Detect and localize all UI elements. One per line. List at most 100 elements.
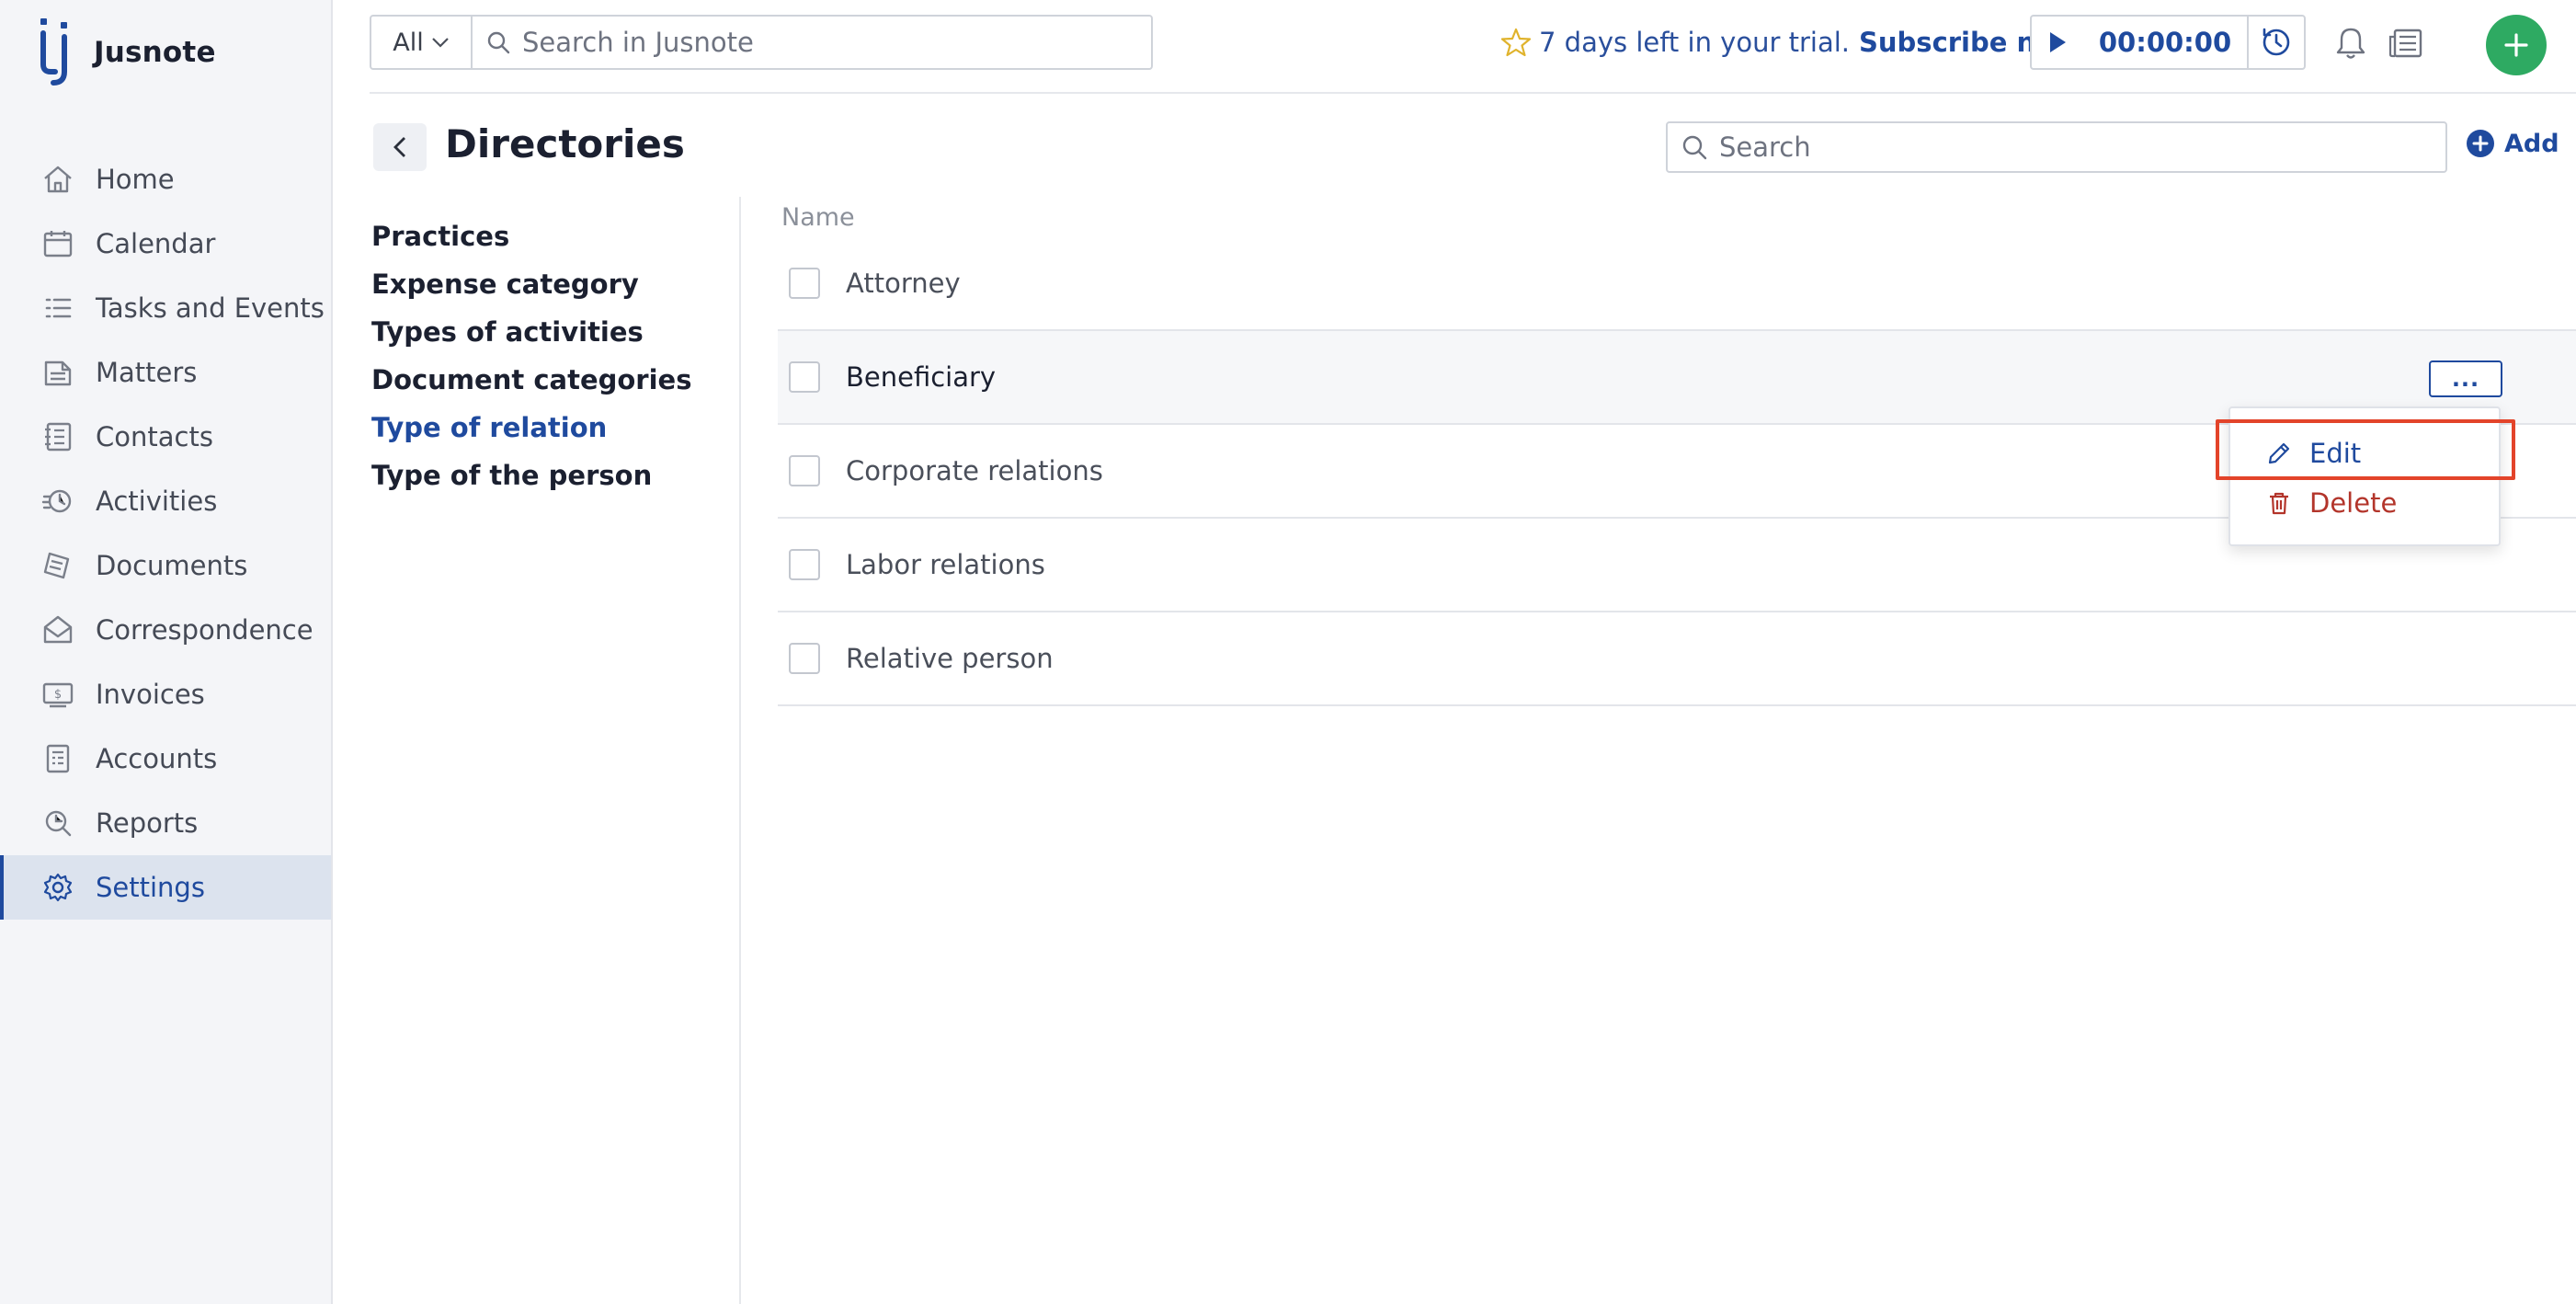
accounts-icon [46,744,70,773]
calendar-icon [43,231,73,257]
row-checkbox[interactable] [789,455,820,486]
sidebar-item-matters[interactable]: Matters [0,340,331,405]
play-icon [2050,32,2066,52]
tasks-icon [45,298,72,318]
sidebar-item-accounts[interactable]: Accounts [0,726,331,791]
app-logo[interactable]: Jusnote [37,18,216,86]
row-checkbox[interactable] [789,549,820,580]
search-scope-select[interactable]: All [371,17,473,68]
row-checkbox[interactable] [789,268,820,299]
search-scope-value: All [393,28,424,57]
directory-list: Practices Expense category Types of acti… [371,223,691,509]
app-name: Jusnote [94,36,216,69]
sidebar-item-correspondence[interactable]: Correspondence [0,598,331,662]
menu-item-label: Edit [2309,438,2362,469]
global-search-field [473,17,1151,68]
column-divider [739,197,741,1304]
sidebar-item-label: Settings [96,872,205,903]
sidebar-item-label: Activities [96,486,218,517]
sidebar-item-label: Contacts [96,421,213,452]
row-actions-button[interactable]: ... [2429,360,2502,397]
row-checkbox[interactable] [789,643,820,674]
table-row[interactable]: Relative person [778,612,2576,706]
sidebar-item-label: Home [96,164,175,195]
gear-icon [43,873,73,902]
row-name: Relative person [846,643,1054,674]
global-search-input[interactable] [522,27,1111,58]
timer-display: 00:00:00 [2098,27,2232,58]
star-icon [1500,28,1532,57]
plus-icon [2504,33,2528,57]
table-row[interactable]: Attorney [778,237,2576,331]
sidebar-item-settings[interactable]: Settings [0,855,331,920]
directory-item-types-of-activities[interactable]: Types of activities [371,318,691,366]
menu-item-delete[interactable]: Delete [2230,478,2499,528]
pencil-icon [2268,442,2290,464]
add-entry-button[interactable]: Add [2466,129,2559,158]
quick-add-button[interactable] [2486,15,2547,75]
chevron-down-icon [431,38,449,48]
row-name: Attorney [846,268,961,299]
sidebar-item-calendar[interactable]: Calendar [0,212,331,276]
row-name: Beneficiary [846,361,997,393]
home-icon [44,166,72,193]
sidebar-item-label: Matters [96,357,198,388]
row-name: Corporate relations [846,455,1103,486]
clock-icon [2263,28,2290,56]
activities-icon [41,489,72,513]
row-checkbox[interactable] [789,361,820,393]
trial-text: 7 days left in your trial. [1539,27,1851,58]
search-icon [487,31,510,54]
back-button[interactable] [373,123,427,171]
contacts-icon [45,422,72,452]
sidebar-item-contacts[interactable]: Contacts [0,405,331,469]
directory-search-input[interactable] [1719,132,2418,163]
global-search-bar: All [370,15,1153,70]
sidebar-item-label: Calendar [96,228,216,259]
column-header-name: Name [781,202,855,232]
news-icon[interactable] [2387,24,2425,63]
sidebar-item-reports[interactable]: Reports [0,791,331,855]
directory-search-field [1666,121,2447,173]
sidebar-item-invoices[interactable]: $ Invoices [0,662,331,726]
sidebar-item-label: Invoices [96,679,205,710]
search-icon [1682,135,1707,160]
sidebar: Jusnote Home Calendar Tasks and Events M… [0,0,333,1304]
sidebar-item-label: Accounts [96,743,218,774]
jusnote-logo-icon [40,18,67,86]
directory-item-type-of-the-person[interactable]: Type of the person [371,462,691,509]
sidebar-item-label: Documents [96,550,248,581]
correspondence-icon [43,615,73,644]
timer-play-button[interactable] [2032,17,2083,68]
directory-item-type-of-relation[interactable]: Type of relation [371,414,691,462]
sidebar-item-tasks[interactable]: Tasks and Events [0,276,331,340]
row-actions-menu: Edit Delete [2228,406,2501,546]
directory-item-expense-category[interactable]: Expense category [371,270,691,318]
directory-item-document-categories[interactable]: Document categories [371,366,691,414]
sidebar-item-label: Correspondence [96,614,313,646]
trial-banner: 7 days left in your trial. Subscribe now [1500,15,2079,70]
trash-icon [2270,492,2288,515]
svg-text:$: $ [54,688,62,702]
sidebar-item-activities[interactable]: Activities [0,469,331,533]
time-tracker: 00:00:00 [2030,15,2306,70]
documents-icon [43,552,70,579]
add-entry-label: Add [2504,129,2559,158]
row-name: Labor relations [846,549,1045,580]
top-header: All 7 days left in your trial. Subscribe… [370,15,2576,75]
sidebar-item-label: Reports [96,807,199,839]
chevron-left-icon [393,137,405,157]
sidebar-nav: Home Calendar Tasks and Events Matters C… [0,147,331,920]
invoices-icon: $ [42,682,74,708]
menu-item-label: Delete [2309,487,2398,519]
menu-item-edit[interactable]: Edit [2230,429,2499,478]
timer-history-button[interactable] [2247,17,2304,68]
notification-bell-icon[interactable] [2331,24,2370,63]
sidebar-item-documents[interactable]: Documents [0,533,331,598]
sidebar-item-label: Tasks and Events [96,292,325,324]
sidebar-item-home[interactable]: Home [0,147,331,212]
page-title: Directories [445,121,685,166]
directory-item-practices[interactable]: Practices [371,223,691,270]
matters-icon [44,360,72,386]
plus-circle-icon [2467,130,2494,157]
